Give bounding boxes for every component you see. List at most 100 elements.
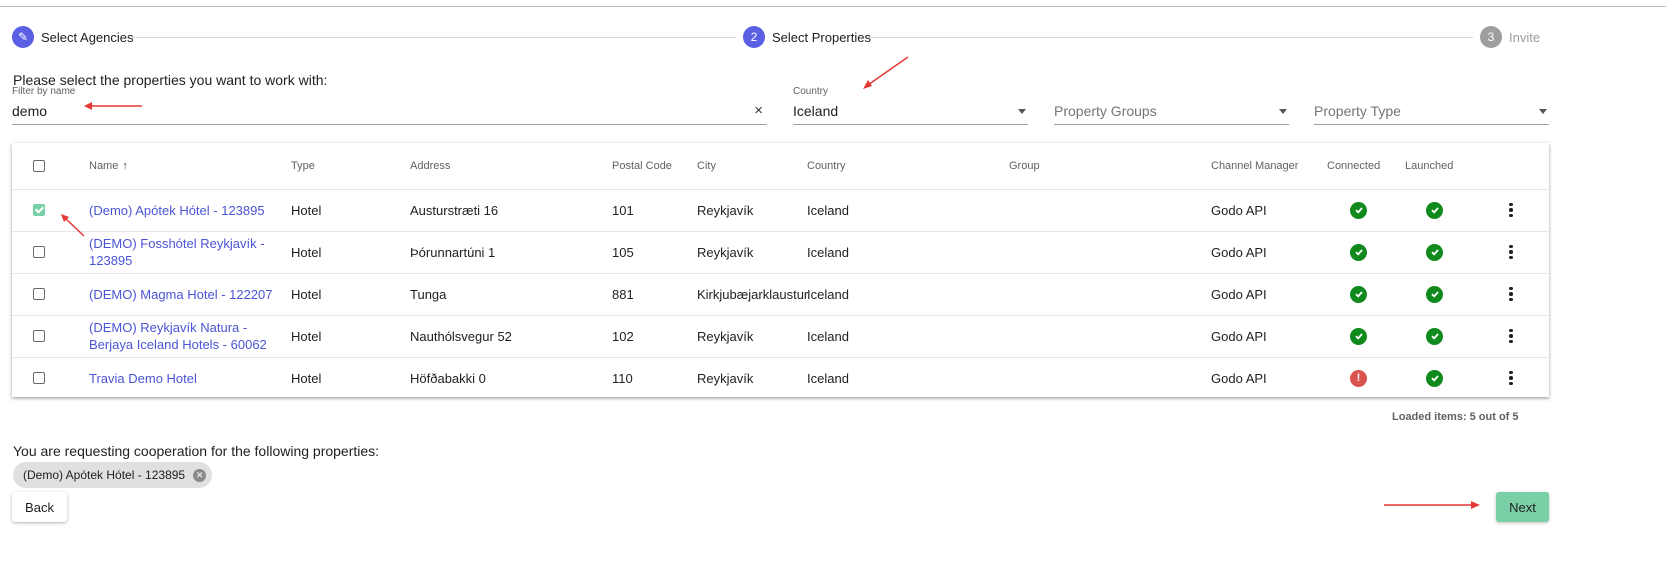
property-name-link[interactable]: Travia Demo Hotel <box>89 370 197 387</box>
row-menu-button[interactable] <box>1509 357 1513 399</box>
property-name-cell: (DEMO) Fosshótel Reykjavík - 123895 <box>89 231 284 273</box>
property-name-link[interactable]: (Demo) Apótek Hótel - 123895 <box>89 202 265 219</box>
table-row[interactable]: (DEMO) Fosshótel Reykjavík - 123895 Hotel… <box>12 231 1549 274</box>
address-cell: Tunga <box>410 286 447 302</box>
row-menu-button[interactable] <box>1509 189 1513 231</box>
annotation-arrow-icon <box>1384 501 1480 509</box>
type-cell: Hotel <box>291 244 322 260</box>
country-value: Iceland <box>793 103 839 119</box>
type-cell: Hotel <box>291 370 322 386</box>
property-name-cell: (DEMO) Reykjavík Natura - Berjaya Icelan… <box>89 315 284 357</box>
header-group: Group <box>1009 160 1040 172</box>
step-invite[interactable]: 3 Invite <box>1480 26 1540 48</box>
selected-property-chip: (Demo) Apótek Hótel - 123895 ✕ <box>13 462 213 488</box>
more-vert-icon[interactable] <box>1509 370 1513 386</box>
property-name-link[interactable]: (DEMO) Reykjavík Natura - Berjaya Icelan… <box>89 319 284 353</box>
launched-cell <box>1426 273 1443 315</box>
address-cell: Höfðabakki 0 <box>410 370 486 386</box>
chip-label: (Demo) Apótek Hótel - 123895 <box>23 468 186 482</box>
connected-cell <box>1350 315 1367 357</box>
checkbox-box[interactable] <box>33 204 45 216</box>
checkbox-box[interactable] <box>33 330 45 342</box>
check-circle-icon <box>1350 285 1367 303</box>
field-label: Country <box>793 86 829 97</box>
property-name-cell: (DEMO) Magma Hotel - 122207 <box>89 273 284 315</box>
country-cell: Iceland <box>807 328 849 344</box>
postal-code-cell: 102 <box>612 328 634 344</box>
header-city: City <box>697 160 716 172</box>
more-vert-icon[interactable] <box>1509 244 1513 260</box>
step-label: Select Agencies <box>41 29 134 45</box>
loaded-items-count: Loaded items: 5 out of 5 <box>1392 411 1519 423</box>
table-row[interactable]: (DEMO) Magma Hotel - 122207 Hotel Tunga 881… <box>12 273 1549 316</box>
channel-manager-cell: Godo API <box>1211 286 1267 302</box>
step-select-properties[interactable]: 2 Select Properties <box>743 26 871 48</box>
chevron-down-icon <box>1018 109 1026 114</box>
postal-code-cell: 101 <box>612 202 634 218</box>
table-header-row: Name ↑ Type Address Postal Code City Cou… <box>12 143 1549 190</box>
chevron-down-icon <box>1279 109 1287 114</box>
property-groups-select[interactable]: Property Groups <box>1054 86 1289 125</box>
header-channel-manager: Channel Manager <box>1211 160 1299 172</box>
select-all-checkbox[interactable] <box>33 143 45 189</box>
connected-cell: ! <box>1350 357 1367 399</box>
postal-code-cell: 105 <box>612 244 634 260</box>
postal-code-cell: 110 <box>612 370 633 386</box>
requesting-text: You are requesting cooperation for the f… <box>13 443 380 459</box>
channel-manager-cell: Godo API <box>1211 202 1267 218</box>
header-label: Name <box>89 160 119 172</box>
launched-cell <box>1426 189 1443 231</box>
sort-arrow-up-icon[interactable]: ↑ <box>122 160 128 172</box>
checkbox-box[interactable] <box>33 288 45 300</box>
top-divider <box>0 6 1666 7</box>
check-circle-icon <box>1350 327 1367 345</box>
row-menu-button[interactable] <box>1509 315 1513 357</box>
header-country: Country <box>807 160 846 172</box>
check-circle-icon <box>1426 201 1443 219</box>
header-launched: Launched <box>1405 160 1454 172</box>
properties-table: Name ↑ Type Address Postal Code City Cou… <box>12 143 1549 397</box>
step-connector <box>868 37 1473 38</box>
row-checkbox[interactable] <box>33 273 45 315</box>
checkbox-box[interactable] <box>33 160 45 172</box>
row-menu-button[interactable] <box>1509 231 1513 273</box>
step-select-agencies[interactable]: ✎ Select Agencies <box>12 26 134 48</box>
header-name[interactable]: Name ↑ <box>89 143 128 189</box>
row-checkbox[interactable] <box>33 189 45 231</box>
row-checkbox[interactable] <box>33 231 45 273</box>
city-cell: Reykjavík <box>697 202 754 218</box>
country-cell: Iceland <box>807 286 849 302</box>
row-checkbox[interactable] <box>33 357 45 399</box>
type-cell: Hotel <box>291 328 322 344</box>
chevron-down-icon <box>1539 109 1547 114</box>
stepper: ✎ Select Agencies 2 Select Properties 3 … <box>0 26 1666 48</box>
table-row[interactable]: (DEMO) Reykjavík Natura - Berjaya Icelan… <box>12 315 1549 358</box>
back-button[interactable]: Back <box>12 492 67 522</box>
clear-icon[interactable]: × <box>754 102 763 119</box>
property-name-link[interactable]: (DEMO) Fosshótel Reykjavík - 123895 <box>89 235 284 269</box>
more-vert-icon[interactable] <box>1509 202 1513 218</box>
more-vert-icon[interactable] <box>1509 286 1513 302</box>
next-button[interactable]: Next <box>1496 492 1549 522</box>
table-row[interactable]: Travia Demo Hotel Hotel Höfðabakki 0 110 Rey… <box>12 357 1549 399</box>
checkbox-box[interactable] <box>33 246 45 258</box>
check-circle-icon <box>1426 327 1443 345</box>
more-vert-icon[interactable] <box>1509 328 1513 344</box>
annotation-arrow-icon <box>863 56 909 89</box>
check-circle-icon <box>1426 243 1443 261</box>
table-row[interactable]: (Demo) Apótek Hótel - 123895 Hotel Austurs… <box>12 189 1549 232</box>
checkbox-box[interactable] <box>33 372 45 384</box>
row-menu-button[interactable] <box>1509 273 1513 315</box>
error-circle-icon: ! <box>1350 369 1367 387</box>
filter-name-input[interactable]: demo <box>12 103 47 119</box>
property-type-select[interactable]: Property Type <box>1314 86 1549 125</box>
property-name-link[interactable]: (DEMO) Magma Hotel - 122207 <box>89 286 273 303</box>
city-cell: Kirkjubæjarklaustur <box>697 286 809 302</box>
check-circle-icon <box>1350 201 1367 219</box>
row-checkbox[interactable] <box>33 315 45 357</box>
header-connected: Connected <box>1327 160 1381 172</box>
step-connector <box>131 37 736 38</box>
annotation-arrow-icon <box>61 214 85 237</box>
city-cell: Reykjavík <box>697 244 754 260</box>
remove-chip-icon[interactable]: ✕ <box>193 468 207 482</box>
